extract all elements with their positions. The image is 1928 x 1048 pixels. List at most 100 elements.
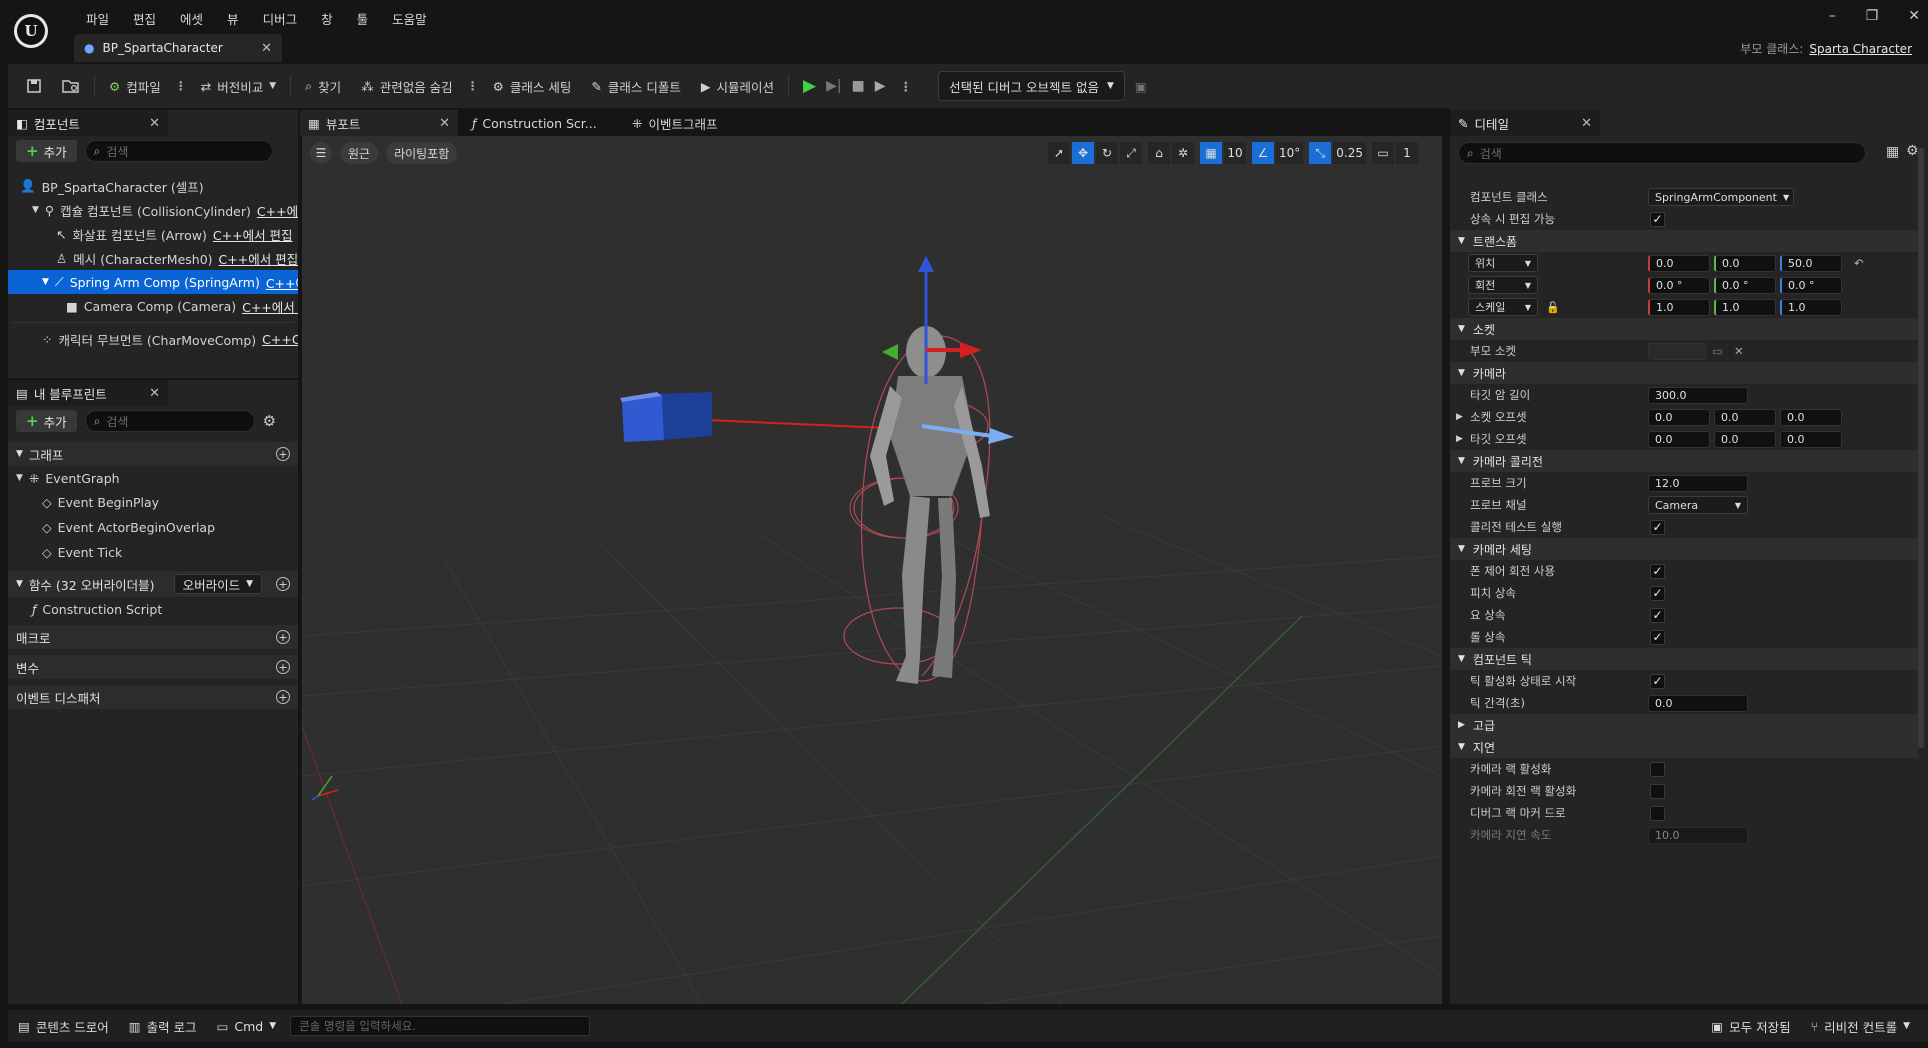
menu-tools[interactable]: 툴 bbox=[345, 10, 381, 30]
camera-lag-checkbox[interactable] bbox=[1650, 761, 1665, 777]
browse-button[interactable] bbox=[52, 70, 90, 102]
tree-row-camera[interactable]: ■ Camera Comp (Camera) C++에서 편 bbox=[8, 294, 298, 318]
rotation-z-field[interactable]: 0.0 ° bbox=[1780, 276, 1842, 294]
tree-row-movement[interactable]: ⁘ 캐릭터 무브먼트 (CharMoveComp) C++C bbox=[8, 327, 298, 351]
camera-rotation-lag-checkbox[interactable] bbox=[1650, 783, 1665, 799]
rotation-snap-value[interactable]: 10° bbox=[1276, 142, 1304, 164]
character-mesh[interactable] bbox=[843, 326, 991, 684]
document-tab[interactable]: ● BP_SpartaCharacter ✕ bbox=[74, 34, 282, 62]
location-x-field[interactable]: 0.0 bbox=[1648, 254, 1710, 272]
table-view-icon[interactable]: ▦ bbox=[1886, 144, 1899, 160]
perspective-button[interactable]: 원근 bbox=[340, 142, 379, 164]
macros-section[interactable]: 매크로 + bbox=[8, 625, 298, 649]
camera-speed-value[interactable]: 1 bbox=[1396, 142, 1418, 164]
debug-filter-icon[interactable]: ▣ bbox=[1125, 70, 1157, 102]
tick-interval-field[interactable]: 0.0 bbox=[1648, 694, 1748, 712]
location-mode-dropdown[interactable]: 위치 ▼ bbox=[1468, 254, 1538, 272]
component-class-dropdown[interactable]: SpringArmComponent ▼ bbox=[1648, 188, 1794, 206]
camera-mesh[interactable] bbox=[620, 392, 712, 442]
component-search-input[interactable]: ⌕ 검색 bbox=[84, 140, 273, 162]
tree-row-capsule[interactable]: ▼ ⚲ 캡슐 컴포넌트 (CollisionCylinder) C++에 bbox=[8, 198, 298, 222]
event-item[interactable]: ◇ Event ActorBeginOverlap bbox=[8, 515, 298, 540]
menu-view[interactable]: 뷰 bbox=[215, 10, 251, 30]
tree-row-arrow[interactable]: ↖ 화살표 컴포넌트 (Arrow) C++에서 편집 bbox=[8, 222, 298, 246]
menu-file[interactable]: 파일 bbox=[74, 10, 121, 30]
find-button[interactable]: ⌕ 찾기 bbox=[295, 70, 351, 102]
gizmo-y-arrow[interactable] bbox=[882, 344, 898, 360]
socket-offset-z-field[interactable]: 0.0 bbox=[1780, 408, 1842, 426]
reset-arrow-icon[interactable]: ↶ bbox=[1854, 256, 1864, 270]
transform-section[interactable]: ▼ 트랜스폼 bbox=[1450, 230, 1918, 252]
lighting-button[interactable]: 라이팅포함 bbox=[386, 142, 458, 164]
add-dispatcher-icon[interactable]: + bbox=[276, 690, 290, 704]
viewport[interactable]: ☰ 원근 라이팅포함 ➚ ✥ ↻ ⤢ ⌂ ✲ ▦ 10 ∠ 10° ⤡ 0.25… bbox=[302, 136, 1442, 1004]
simulation-button[interactable]: ▶ 시뮬레이션 bbox=[691, 70, 784, 102]
probe-channel-dropdown[interactable]: Camera ▼ bbox=[1648, 496, 1748, 514]
cpp-edit-link[interactable]: C++에서 편집 bbox=[219, 249, 298, 268]
surface-snap-icon[interactable]: ✲ bbox=[1172, 142, 1194, 164]
expand-arrow-icon[interactable]: ▼ bbox=[42, 277, 49, 287]
tree-row-mesh[interactable]: ♙ 메시 (CharacterMesh0) C++에서 편집 bbox=[8, 246, 298, 270]
cpp-edit-link[interactable]: C++에 bbox=[257, 201, 298, 220]
close-tab-icon[interactable]: ✕ bbox=[261, 41, 272, 56]
tree-row-springarm[interactable]: ▼ ⟋ Spring Arm Comp (SpringArm) C++에 bbox=[8, 270, 298, 294]
advanced-section[interactable]: ▶ 고급 bbox=[1450, 714, 1918, 736]
cpp-edit-link[interactable]: C++에 bbox=[266, 273, 298, 292]
cpp-edit-link[interactable]: C++에서 편 bbox=[242, 297, 298, 316]
expand-arrow-icon[interactable]: ▼ bbox=[32, 205, 39, 215]
compile-button[interactable]: ⚙ 컴파일 bbox=[99, 70, 171, 102]
maximize-icon[interactable]: ❐ bbox=[1866, 8, 1879, 24]
gear-icon[interactable]: ⚙ bbox=[263, 412, 276, 430]
functions-section[interactable]: ▼ 함수 (32 오버라이더블) 오버라이드 ▼ + bbox=[8, 571, 298, 597]
gizmo-z-arrow[interactable] bbox=[918, 256, 934, 272]
scale-z-field[interactable]: 1.0 bbox=[1780, 298, 1842, 316]
menu-debug[interactable]: 디버그 bbox=[251, 10, 310, 30]
add-macro-icon[interactable]: + bbox=[276, 630, 290, 644]
override-dropdown[interactable]: 오버라이드 ▼ bbox=[173, 574, 262, 594]
menu-edit[interactable]: 편집 bbox=[121, 10, 168, 30]
pawn-control-rotation-checkbox[interactable]: ✓ bbox=[1650, 563, 1665, 579]
construction-script-item[interactable]: ƒ Construction Script bbox=[8, 597, 298, 621]
play-options-icon[interactable]: ⋮ bbox=[896, 79, 917, 94]
target-offset-x-field[interactable]: 0.0 bbox=[1648, 430, 1710, 448]
local-world-icon[interactable]: ⌂ bbox=[1148, 142, 1170, 164]
scale-mode-dropdown[interactable]: 스케일 ▼ bbox=[1468, 298, 1538, 316]
camera-speed-icon[interactable]: ▭ bbox=[1372, 142, 1394, 164]
inherit-roll-checkbox[interactable]: ✓ bbox=[1650, 629, 1665, 645]
inherit-pitch-checkbox[interactable]: ✓ bbox=[1650, 585, 1665, 601]
gizmo-x-arrow[interactable] bbox=[960, 342, 982, 358]
close-icon[interactable]: ✕ bbox=[1581, 116, 1592, 131]
socket-browse-icon[interactable]: ▭ bbox=[1712, 344, 1723, 358]
content-drawer-button[interactable]: ▤ 콘텐츠 드로어 bbox=[8, 1011, 119, 1041]
class-settings-button[interactable]: ⚙ 클래스 세팅 bbox=[483, 70, 582, 102]
output-log-button[interactable]: ▥ 출력 로그 bbox=[119, 1011, 207, 1041]
hide-options-icon[interactable]: ⋮ bbox=[463, 79, 483, 93]
grid-snap-icon[interactable]: ▦ bbox=[1200, 142, 1222, 164]
my-blueprint-tab[interactable]: ▤ 내 블루프린트 ✕ bbox=[8, 380, 168, 406]
add-graph-icon[interactable]: + bbox=[276, 447, 290, 461]
viewport-menu-icon[interactable]: ☰ bbox=[310, 142, 332, 164]
scale-snap-icon[interactable]: ⤡ bbox=[1309, 142, 1332, 164]
frame-skip-icon[interactable]: ▶| bbox=[826, 78, 841, 94]
components-tab[interactable]: ◧ 컴포넌트 ✕ bbox=[8, 110, 168, 136]
clear-icon[interactable]: ✕ bbox=[1734, 344, 1744, 358]
tab-construction-script[interactable]: ƒ Construction Scr... bbox=[464, 110, 605, 136]
add-component-button[interactable]: + 추가 bbox=[16, 140, 77, 162]
add-function-icon[interactable]: + bbox=[276, 577, 290, 591]
target-offset-z-field[interactable]: 0.0 bbox=[1780, 430, 1842, 448]
event-graph-item[interactable]: ▼ ⁜ EventGraph bbox=[8, 466, 298, 490]
camera-section[interactable]: ▼ 카메라 bbox=[1450, 362, 1918, 384]
rotation-x-field[interactable]: 0.0 ° bbox=[1648, 276, 1710, 294]
close-icon[interactable]: ✕ bbox=[439, 116, 450, 131]
class-defaults-button[interactable]: ✎ 클래스 디폴트 bbox=[581, 70, 690, 102]
translate-icon[interactable]: ✥ bbox=[1072, 142, 1094, 164]
close-icon[interactable]: ✕ bbox=[149, 116, 160, 131]
parent-class-link[interactable]: Sparta Character bbox=[1809, 42, 1912, 56]
add-variable-icon[interactable]: + bbox=[276, 660, 290, 674]
tab-event-graph[interactable]: ⁜ 이벤트그래프 bbox=[624, 110, 726, 136]
parent-socket-field[interactable] bbox=[1648, 342, 1706, 360]
debug-lag-markers-checkbox[interactable] bbox=[1650, 805, 1665, 821]
add-member-button[interactable]: + 추가 bbox=[16, 410, 77, 432]
rotation-y-field[interactable]: 0.0 ° bbox=[1714, 276, 1776, 294]
expand-arrow-icon[interactable]: ▶ bbox=[1456, 412, 1463, 422]
